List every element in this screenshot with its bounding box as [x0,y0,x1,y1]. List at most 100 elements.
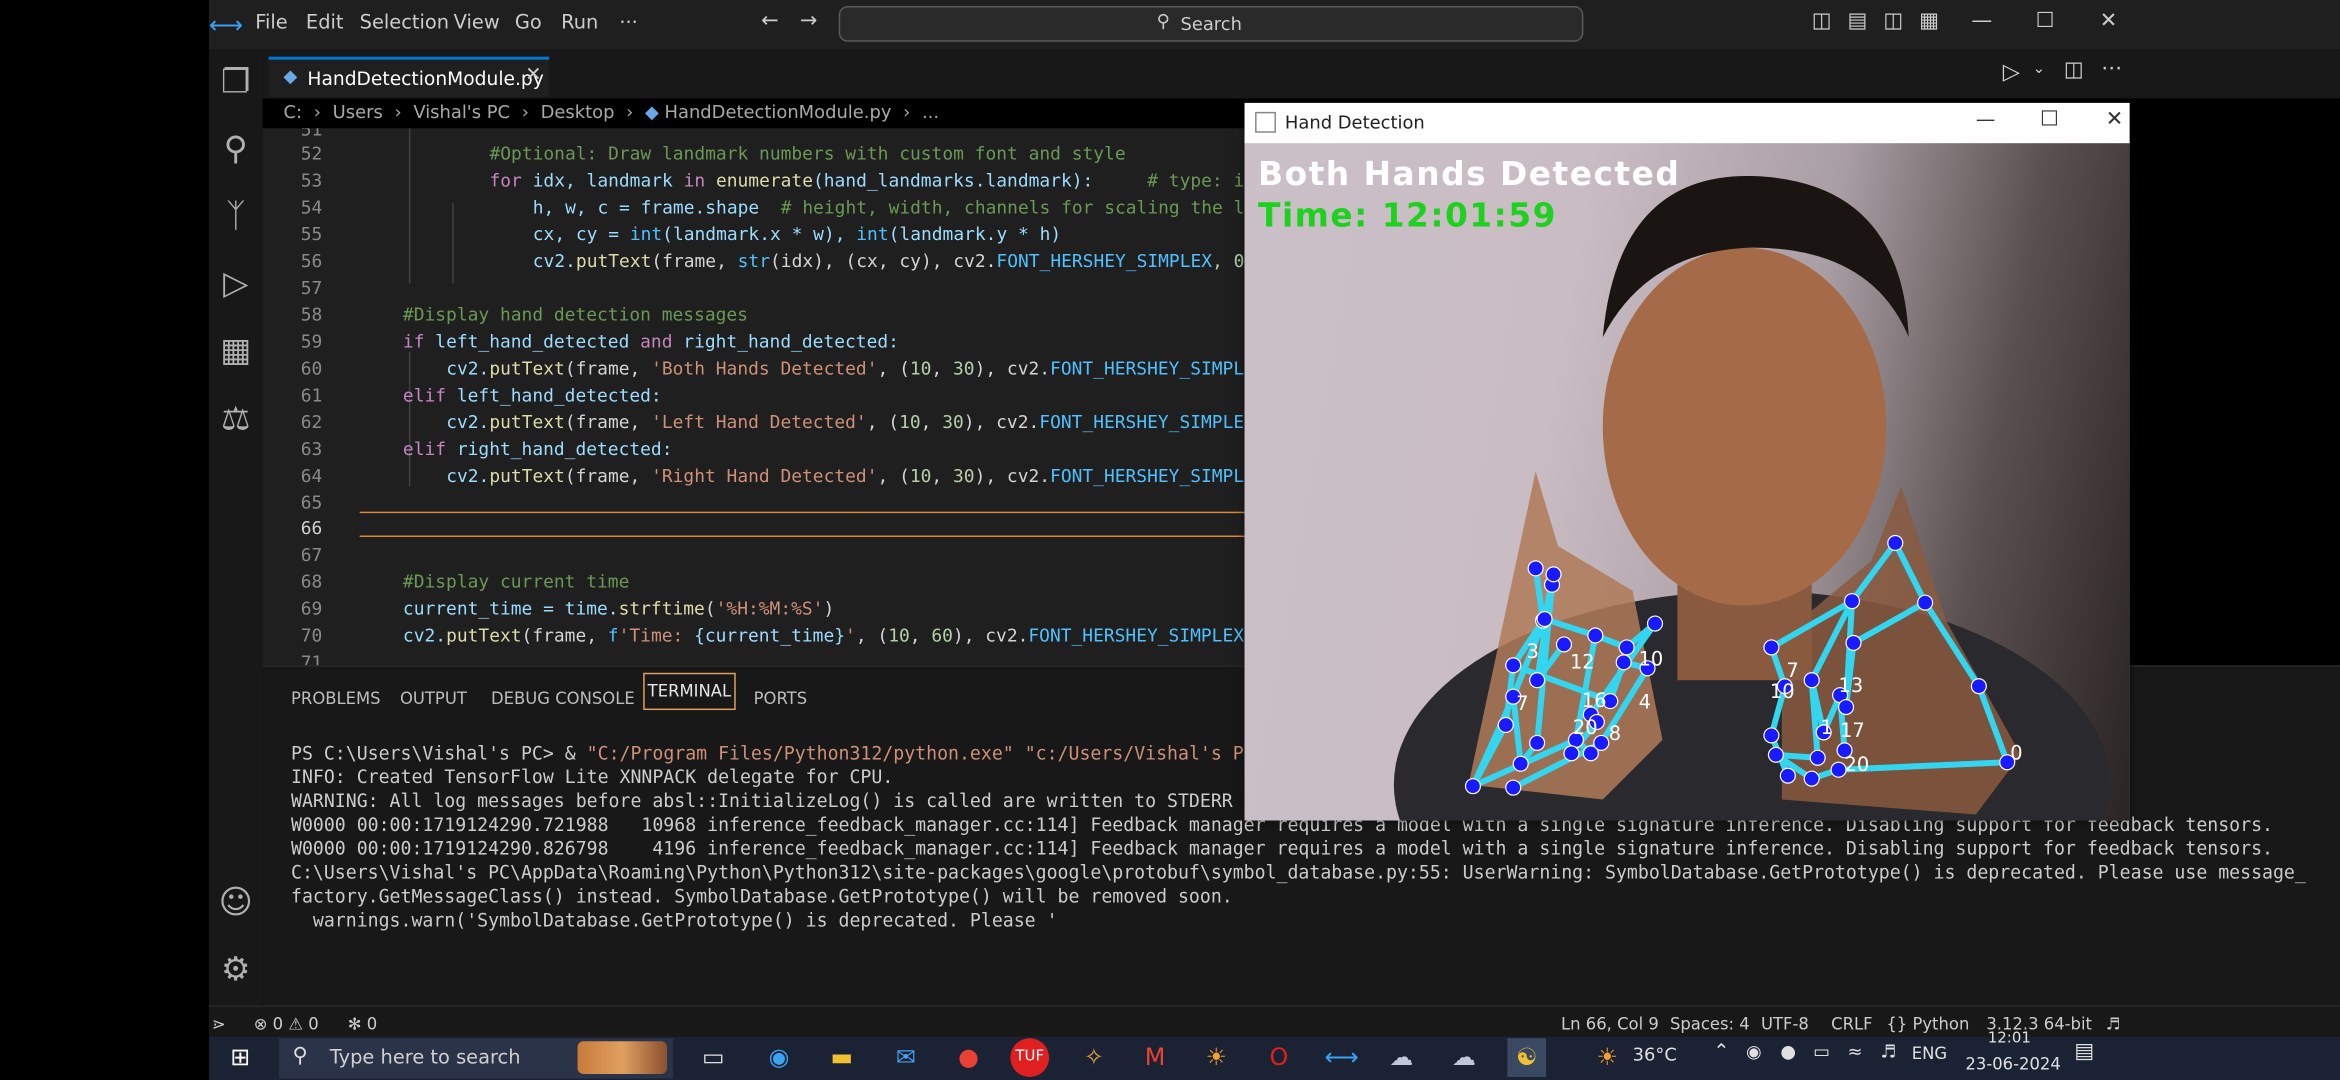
close-icon[interactable]: ✕ [2106,107,2124,131]
extensions-icon[interactable]: ▦ [209,333,263,370]
show-hidden-icons-icon[interactable]: ⌃ [1713,1041,1729,1063]
close-icon[interactable]: ✕ [2100,9,2118,33]
landmark-label: 13 [1839,674,1864,697]
window-title-bar[interactable]: Hand Detection — ☐ ✕ [1244,102,2130,144]
notifications-bell-icon[interactable]: ♬ [2106,1014,2121,1033]
minimize-icon[interactable]: — [1976,109,1995,131]
vscode-taskbar-icon[interactable]: ⟷ [1322,1038,1361,1077]
windows-start-icon[interactable]: ⊞ [221,1038,260,1077]
menu-view[interactable]: View [454,12,500,34]
menu-edit[interactable]: Edit [306,12,344,34]
forward-arrow-icon[interactable]: → [800,9,818,33]
notification-center-icon[interactable]: ▤ [2074,1040,2094,1064]
encoding[interactable]: UTF-8 [1761,1014,1809,1033]
breadcrumb-item[interactable]: Desktop [541,101,615,122]
source-control-icon[interactable]: ᛉ [209,198,263,235]
maximize-icon[interactable]: ☐ [2036,9,2055,33]
code-line: cv2.putText(frame, 'Right Hand Detected'… [446,465,1245,487]
run-debug-icon[interactable]: ▷ [209,266,263,303]
tab-problems[interactable]: PROBLEMS [291,689,381,708]
landmark-point [1497,716,1514,734]
tab-output[interactable]: OUTPUT [400,689,467,708]
landmark-point [1887,534,1904,552]
landmark-point [1779,767,1796,784]
app-icon[interactable]: ☁ [1445,1038,1484,1077]
terminal-command-line[interactable]: PS C:\Users\Vishal's PC> & "C:/Program F… [291,743,1353,764]
menu-go[interactable]: Go [515,12,542,34]
app-icon[interactable]: ✧ [1074,1038,1113,1077]
landmark-point [1845,634,1862,651]
tab-terminal[interactable]: TERMINAL [643,672,736,711]
close-tab-icon[interactable]: ✕ [525,64,541,86]
command-center-search[interactable]: ⚲ Search [838,5,1584,42]
task-view-icon[interactable]: ▭ [694,1038,733,1077]
breadcrumb-item[interactable]: HandDetectionModule.py [665,101,892,122]
split-editor-icon[interactable]: ◫ [2064,58,2084,82]
file-explorer-icon[interactable]: ▬ [822,1038,861,1077]
run-python-file-icon[interactable]: ▷ [2003,58,2020,85]
line-number: 56 [300,250,323,272]
landmark-label: 1 [1821,716,1833,739]
weather-icon[interactable]: ☀ [1588,1038,1627,1077]
minimize-icon[interactable]: — [1971,9,1992,33]
taskbar-search[interactable]: ⚲ Type here to search [279,1038,674,1079]
menu-more[interactable]: ··· [619,12,638,34]
landmark-point [1527,560,1544,577]
problems-status[interactable]: ⊗ 0 ⚠ 0 [254,1014,319,1033]
app-icon[interactable]: ☁ [1382,1038,1421,1077]
tab-debug-console[interactable]: DEBUG CONSOLE [491,689,635,708]
tuf-app-icon[interactable]: TUF [1010,1038,1050,1078]
input-language[interactable]: ENG [1912,1044,1947,1063]
indentation[interactable]: Spaces: 4 [1670,1014,1750,1033]
clock-time[interactable]: 12:01 [1988,1031,2031,1047]
ports-status[interactable]: ✻ 0 [348,1014,377,1033]
run-chevron-down-icon[interactable]: ⌄ [2033,61,2046,77]
menu-run[interactable]: Run [561,12,598,34]
code-line: cv2.putText(frame, f'Time: {current_time… [402,625,1245,646]
tab-handdetectionmodule[interactable]: ◆ HandDetectionModule.py ✕ [268,56,550,97]
temperature[interactable]: 36°C [1633,1044,1677,1065]
camera-feed-art: 3 12 101620 847 710 13171200 [1393,175,2111,821]
breadcrumb-item[interactable]: ... [922,101,939,122]
app-sun-icon[interactable]: ☀ [1197,1038,1236,1077]
remote-icon[interactable]: ⋗ [212,1014,226,1033]
search-icon[interactable]: ⚲ [209,131,263,168]
breadcrumb-item[interactable]: C: [284,101,303,122]
clock-date[interactable]: 23-06-2024 [1965,1055,2060,1074]
volume-icon[interactable]: ♬ [1880,1041,1896,1062]
testing-icon[interactable]: ⚖ [209,401,263,438]
back-arrow-icon[interactable]: ← [761,9,779,33]
tab-ports[interactable]: PORTS [754,689,807,708]
line-number: 61 [300,384,323,406]
accounts-icon[interactable]: ☺ [209,885,263,922]
explorer-icon[interactable]: ❐ [209,64,263,101]
code-line: elif left_hand_detected: [402,384,662,406]
toggle-primary-sidebar-icon[interactable]: ◫ [1812,9,1832,33]
gmail-icon[interactable]: M [1136,1038,1175,1077]
wifi-icon[interactable]: ≈ [1848,1041,1863,1062]
code-editor[interactable]: 51 52 53 54 55 56 57 58 59 60 61 62 63 6… [262,128,1245,666]
maximize-icon[interactable]: ☐ [2040,107,2059,131]
mail-icon[interactable]: ✉ [886,1038,925,1077]
menu-file[interactable]: File [255,12,287,34]
toggle-panel-icon[interactable]: ▤ [1848,9,1868,33]
window-title: Hand Detection [1284,111,1425,133]
battery-icon[interactable]: ▭ [1813,1041,1830,1062]
python-taskbar-icon[interactable]: ☯ [1507,1038,1547,1078]
chrome-icon[interactable]: ● [949,1038,988,1077]
landmark-label: 8 [1609,722,1621,745]
toggle-secondary-sidebar-icon[interactable]: ◫ [1883,9,1903,33]
cursor-position[interactable]: Ln 66, Col 9 [1561,1014,1659,1033]
hand-detection-window[interactable]: Hand Detection — ☐ ✕ 312101620847 [1244,102,2130,821]
opera-icon[interactable]: O [1260,1038,1299,1077]
menu-selection[interactable]: Selection [360,12,449,34]
edge-browser-icon[interactable]: ◉ [760,1038,799,1077]
customize-layout-icon[interactable]: ▦ [1919,9,1939,33]
breadcrumb-item[interactable]: Vishal's PC [413,101,510,122]
language-mode[interactable]: {} Python [1886,1014,1969,1033]
line-ending[interactable]: CRLF [1831,1014,1872,1033]
more-actions-icon[interactable]: ⋯ [2101,57,2122,81]
breadcrumb-item[interactable]: Users [333,101,383,122]
manage-gear-icon[interactable]: ⚙ [209,952,263,989]
code-line: cx, cy = int(landmark.x * w), int(landma… [532,223,1062,245]
